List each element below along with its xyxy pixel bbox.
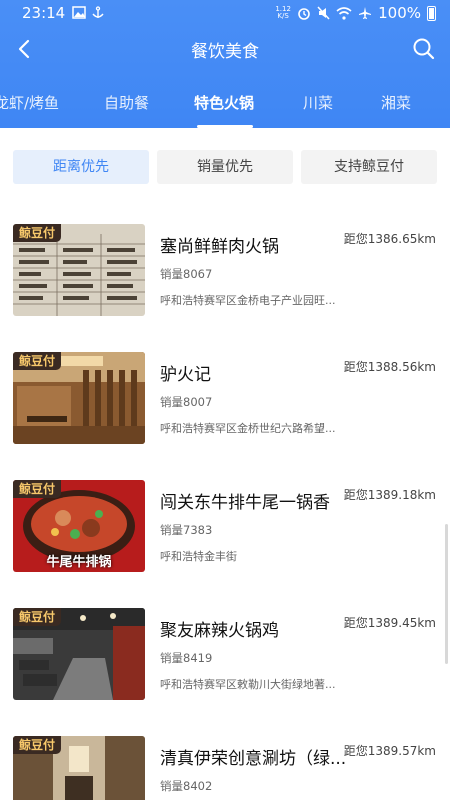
jingdou-pay-badge: 鲸豆付	[13, 608, 62, 626]
network-speed-unit: K/S	[277, 12, 289, 20]
jingdou-pay-badge: 鲸豆付	[13, 224, 62, 242]
tab-hotpot[interactable]: 特色火锅	[194, 92, 254, 113]
search-button[interactable]	[410, 35, 438, 63]
shop-sales: 销量8419	[160, 651, 213, 665]
status-notification-icons	[72, 6, 104, 19]
shop-name: 塞尚鲜鲜肉火锅	[160, 237, 279, 257]
shop-distance: 距您1386.65km	[343, 232, 436, 246]
shop-distance: 距您1388.56km	[343, 360, 436, 374]
shop-address: 呼和浩特赛罕区敕勒川大街绿地著...	[160, 678, 336, 691]
shop-address: 呼和浩特赛罕区金桥世纪六路希望...	[160, 422, 336, 435]
shop-sales: 销量7383	[160, 523, 213, 537]
shop-thumbnail: 鲸豆付	[13, 736, 145, 800]
shop-thumbnail: 鲸豆付	[13, 352, 145, 444]
anchor-icon	[92, 6, 104, 18]
shop-name: 清真伊荣创意涮坊（绿...	[160, 749, 347, 769]
jingdou-pay-badge: 鲸豆付	[13, 736, 62, 754]
tab-buffet[interactable]: 自助餐	[104, 92, 149, 113]
sort-options: 距离优先 销量优先 支持鲸豆付	[0, 128, 450, 194]
status-bar: 23:14 1.12 K/S 100%	[0, 0, 450, 26]
status-time: 23:14	[22, 4, 66, 22]
shop-sales: 销量8067	[160, 267, 213, 281]
shop-distance: 距您1389.57km	[343, 744, 436, 758]
shop-item[interactable]: 鲸豆付 清真伊荣创意涮坊（绿... 距您1389.57km 销量8402	[0, 706, 450, 800]
thumbnail-caption: 牛尾牛排锅	[46, 555, 112, 570]
page-title: 餐饮美食	[191, 42, 259, 62]
shop-item[interactable]: 鲸豆付 聚友麻辣火锅鸡 距您1389.45km 销量8419 呼和浩特赛罕区敕勒…	[0, 578, 450, 706]
search-icon	[413, 38, 435, 60]
header: 23:14 1.12 K/S 100% 餐饮美食 龙虾/烤鱼 自助餐 特色火锅 …	[0, 0, 450, 128]
sort-sales-button[interactable]: 销量优先	[157, 150, 293, 184]
nav-bar: 餐饮美食	[0, 26, 450, 72]
status-right-group: 1.12 K/S 100%	[275, 4, 436, 22]
battery-icon	[427, 5, 436, 21]
sort-jingdou-button[interactable]: 支持鲸豆付	[301, 150, 437, 184]
shop-item[interactable]: 鲸豆付 牛尾牛排锅 闯关东牛排牛尾一锅香 距您1389.18km 销量7383 …	[0, 450, 450, 578]
airplane-icon	[359, 7, 372, 19]
category-tabs: 龙虾/烤鱼 自助餐 特色火锅 川菜 湘菜	[0, 72, 450, 128]
wifi-icon	[336, 6, 352, 20]
jingdou-pay-badge: 鲸豆付	[13, 352, 62, 370]
shop-distance: 距您1389.45km	[343, 616, 436, 630]
shop-address: 呼和浩特赛罕区金桥电子产业园旺...	[160, 294, 336, 307]
shop-name: 驴火记	[160, 365, 211, 385]
scrollbar[interactable]	[445, 524, 448, 664]
shop-address: 呼和浩特金丰街	[160, 550, 237, 563]
shop-thumbnail: 鲸豆付	[13, 224, 145, 316]
tab-hunan[interactable]: 湘菜	[381, 92, 411, 113]
shop-item[interactable]: 鲸豆付 驴火记 距您1388.56km 销量8007 呼和浩特赛罕区金桥世纪六路…	[0, 322, 450, 450]
shop-thumbnail: 鲸豆付 牛尾牛排锅	[13, 480, 145, 572]
alarm-icon	[298, 8, 310, 20]
shop-list: 鲸豆付 塞尚鲜鲜肉火锅 距您1386.65km 销量8067 呼和浩特赛罕区金桥…	[0, 194, 450, 800]
shop-item[interactable]: 鲸豆付 塞尚鲜鲜肉火锅 距您1386.65km 销量8067 呼和浩特赛罕区金桥…	[0, 194, 450, 322]
tab-lobster-fish[interactable]: 龙虾/烤鱼	[0, 92, 59, 113]
battery-percent: 100%	[378, 4, 421, 22]
shop-name: 闯关东牛排牛尾一锅香	[160, 493, 330, 513]
sort-distance-button[interactable]: 距离优先	[13, 150, 149, 184]
mute-icon	[317, 6, 330, 20]
shop-sales: 销量8402	[160, 779, 213, 793]
network-speed: 1.12 K/S	[275, 6, 291, 20]
gallery-icon	[72, 6, 86, 19]
shop-sales: 销量8007	[160, 395, 213, 409]
shop-name: 聚友麻辣火锅鸡	[160, 621, 279, 641]
jingdou-pay-badge: 鲸豆付	[13, 480, 62, 498]
shop-thumbnail: 鲸豆付	[13, 608, 145, 700]
tab-sichuan[interactable]: 川菜	[303, 92, 333, 113]
shop-distance: 距您1389.18km	[343, 488, 436, 502]
